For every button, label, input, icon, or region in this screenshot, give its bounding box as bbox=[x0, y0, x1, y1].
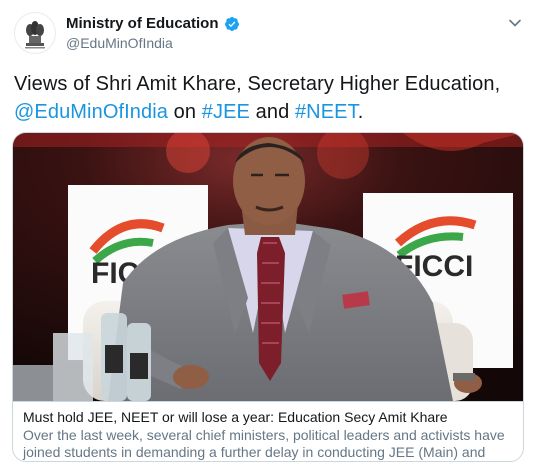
tweet-text-end: . bbox=[357, 101, 364, 123]
tweet-text-on: on bbox=[168, 101, 202, 123]
national-emblem-icon bbox=[25, 21, 45, 49]
author-handle[interactable]: @EduMinOfIndia bbox=[66, 35, 173, 51]
tweet-text-and: and bbox=[249, 101, 295, 123]
tweet-text-intro: Views of Shri Amit Khare, Secretary High… bbox=[14, 73, 501, 95]
link-card[interactable]: FICCI FICCI bbox=[12, 132, 524, 462]
card-title[interactable]: Must hold JEE, NEET or will lose a year:… bbox=[23, 408, 513, 426]
tweet-text: Views of Shri Amit Khare, Secretary High… bbox=[14, 70, 524, 126]
verified-badge-icon bbox=[224, 16, 239, 31]
author-name-row[interactable]: Ministry of Education bbox=[66, 15, 240, 32]
hashtag-neet-link[interactable]: #NEET bbox=[295, 101, 358, 123]
card-image: FICCI FICCI bbox=[13, 133, 523, 401]
avatar[interactable] bbox=[14, 12, 56, 54]
author-display-name[interactable]: Ministry of Education bbox=[66, 15, 219, 32]
mention-link[interactable]: @EduMinOfIndia bbox=[14, 101, 168, 123]
chevron-down-icon[interactable] bbox=[508, 16, 522, 30]
card-description: Over the last week, several chief minist… bbox=[23, 427, 505, 460]
card-info[interactable]: Must hold JEE, NEET or will lose a year:… bbox=[13, 401, 523, 461]
hashtag-jee-link[interactable]: #JEE bbox=[202, 101, 250, 123]
tweet: Ministry of Education @EduMinOfIndia Vie… bbox=[0, 0, 538, 464]
